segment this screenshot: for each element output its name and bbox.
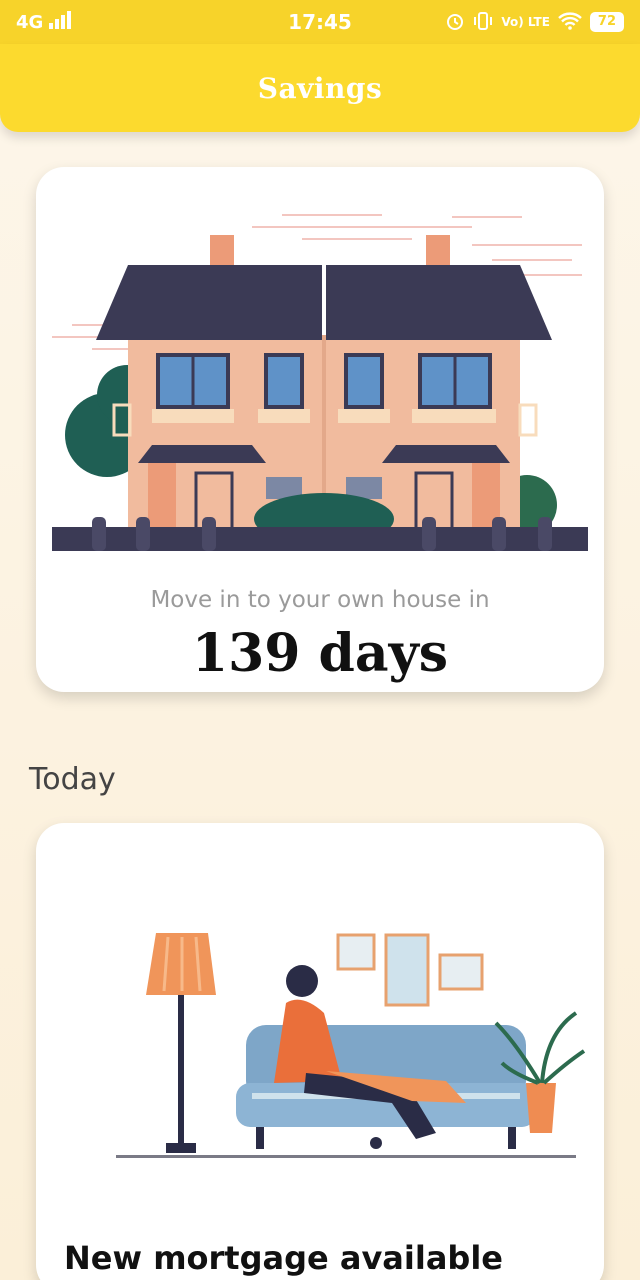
wifi-icon: [558, 11, 582, 33]
status-bar: 4G 17:45 Vo) LTE 72: [0, 0, 640, 44]
alarm-icon: [445, 11, 465, 34]
days-remaining: 139 days: [191, 623, 449, 684]
sofa-illustration: [116, 933, 586, 1158]
mortgage-title: New mortgage available: [64, 1239, 503, 1277]
vibrate-icon: [473, 11, 493, 34]
app-bar: Savings: [0, 44, 640, 132]
signal-icon: [49, 10, 73, 34]
section-title-today: Today: [29, 762, 116, 797]
status-right: Vo) LTE 72: [445, 11, 624, 34]
house-goal-caption: Move in to your own house in: [150, 587, 490, 613]
network-label: 4G: [16, 11, 44, 33]
lte-label: Vo) LTE: [501, 15, 550, 29]
page-title: Savings: [257, 71, 383, 105]
battery-indicator: 72: [589, 12, 624, 32]
status-left: 4G: [16, 10, 73, 34]
house-illustration: [52, 214, 588, 551]
house-goal-card[interactable]: Move in to your own house in 139 days: [36, 167, 604, 692]
mortgage-card[interactable]: New mortgage available: [36, 823, 604, 1280]
